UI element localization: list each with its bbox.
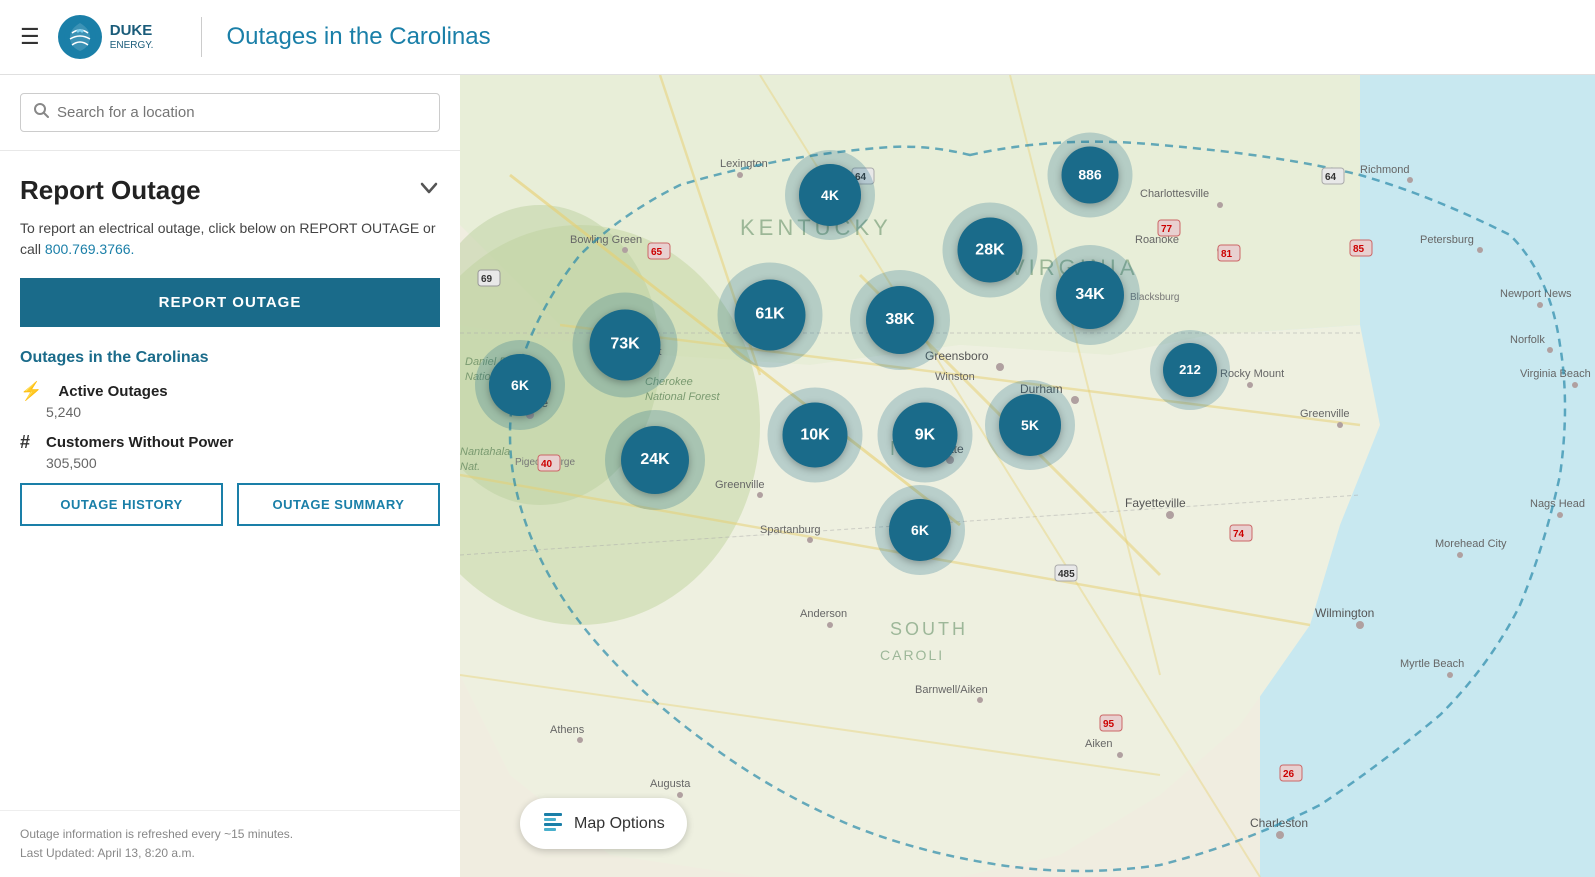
sidebar-footer: Outage information is refreshed every ~1… (0, 810, 460, 877)
cluster-label-c12: 5K (999, 394, 1060, 455)
map-background: KENTUCKY VIRGINIA N C SOUTH CAROLI Lexin… (460, 75, 1595, 877)
cluster-label-c2: 886 (1061, 146, 1119, 204)
report-outage-header: Report Outage (20, 175, 440, 206)
outage-history-button[interactable]: OUTAGE HISTORY (20, 483, 223, 526)
search-input[interactable] (57, 104, 427, 121)
footer-line2: Last Updated: April 13, 8:20 a.m. (20, 844, 440, 863)
footer-line1: Outage information is refreshed every ~1… (20, 825, 440, 844)
report-outage-chevron[interactable] (418, 177, 440, 205)
cluster-label-c8: 34K (1056, 261, 1124, 329)
customers-row: # Customers Without Power 305,500 (20, 432, 440, 471)
active-outages-row: ⚡ Active Outages 5,240 (20, 381, 440, 420)
cluster-c11[interactable]: 9K (878, 388, 973, 483)
page-title: Outages in the Carolinas (226, 23, 490, 51)
menu-icon[interactable]: ☰ (20, 24, 40, 50)
cluster-label-c10: 10K (783, 403, 848, 468)
main-layout: Report Outage To report an electrical ou… (0, 75, 1595, 877)
cluster-label-c4: 73K (589, 309, 660, 380)
map-options-button[interactable]: Map Options (520, 798, 687, 849)
customers-value: 305,500 (46, 455, 233, 471)
cluster-label-c9: 24K (621, 426, 689, 494)
hash-icon: # (20, 432, 30, 453)
report-outage-phone[interactable]: 800.769.3766. (45, 241, 135, 257)
report-outage-button[interactable]: REPORT OUTAGE (20, 278, 440, 327)
cluster-label-c1: 4K (799, 164, 860, 225)
logo-text: DUKEENERGY. (110, 22, 154, 52)
cluster-c14[interactable]: 6K (875, 485, 965, 575)
active-outages-value: 5,240 (46, 404, 168, 420)
cluster-c4[interactable]: 73K (573, 293, 678, 398)
cluster-c1[interactable]: 4K (785, 150, 875, 240)
cluster-label-c3: 6K (489, 354, 550, 415)
cluster-label-c13: 212 (1163, 343, 1217, 397)
clusters-container: 4K 886 6K 73K 61K 28K 38K 34K 24K 10K 9K 5K 212 6K (460, 75, 1595, 877)
customers-label: Customers Without Power (46, 434, 233, 451)
cluster-c13[interactable]: 212 (1150, 330, 1230, 410)
cluster-c5[interactable]: 61K (718, 263, 823, 368)
report-outage-desc: To report an electrical outage, click be… (20, 218, 440, 260)
cluster-c12[interactable]: 5K (985, 380, 1075, 470)
search-icon (33, 102, 49, 123)
search-wrapper[interactable] (20, 93, 440, 132)
cluster-c2[interactable]: 886 (1048, 133, 1133, 218)
active-outages-label: Active Outages (58, 383, 167, 400)
cluster-label-c14: 6K (889, 499, 950, 560)
cluster-c6[interactable]: 28K (942, 203, 1037, 298)
search-bar (0, 75, 460, 151)
cluster-c10[interactable]: 10K (768, 388, 863, 483)
cluster-label-c7: 38K (866, 286, 934, 354)
cluster-c9[interactable]: 24K (605, 410, 705, 510)
logo-circle (58, 15, 102, 59)
sidebar: Report Outage To report an electrical ou… (0, 75, 460, 877)
map-options-icon (542, 810, 564, 837)
cluster-c7[interactable]: 38K (850, 270, 950, 370)
logo: DUKEENERGY. (58, 15, 154, 59)
header-divider (201, 17, 202, 57)
header: ☰ DUKEENERGY. Outages in the Carolinas (0, 0, 1595, 75)
lightning-icon: ⚡ (20, 381, 42, 402)
cluster-c3[interactable]: 6K (475, 340, 565, 430)
report-outage-title: Report Outage (20, 175, 201, 206)
outage-summary-button[interactable]: OUTAGE SUMMARY (237, 483, 440, 526)
outages-section-title: Outages in the Carolinas (20, 349, 440, 367)
cluster-label-c11: 9K (893, 403, 958, 468)
history-buttons: OUTAGE HISTORY OUTAGE SUMMARY (20, 483, 440, 526)
map-area: KENTUCKY VIRGINIA N C SOUTH CAROLI Lexin… (460, 75, 1595, 877)
logo-svg (62, 19, 98, 55)
cluster-label-c5: 61K (734, 279, 805, 350)
map-options-label: Map Options (574, 815, 665, 833)
sidebar-content: Report Outage To report an electrical ou… (0, 151, 460, 810)
cluster-label-c6: 28K (958, 218, 1023, 283)
cluster-c8[interactable]: 34K (1040, 245, 1140, 345)
